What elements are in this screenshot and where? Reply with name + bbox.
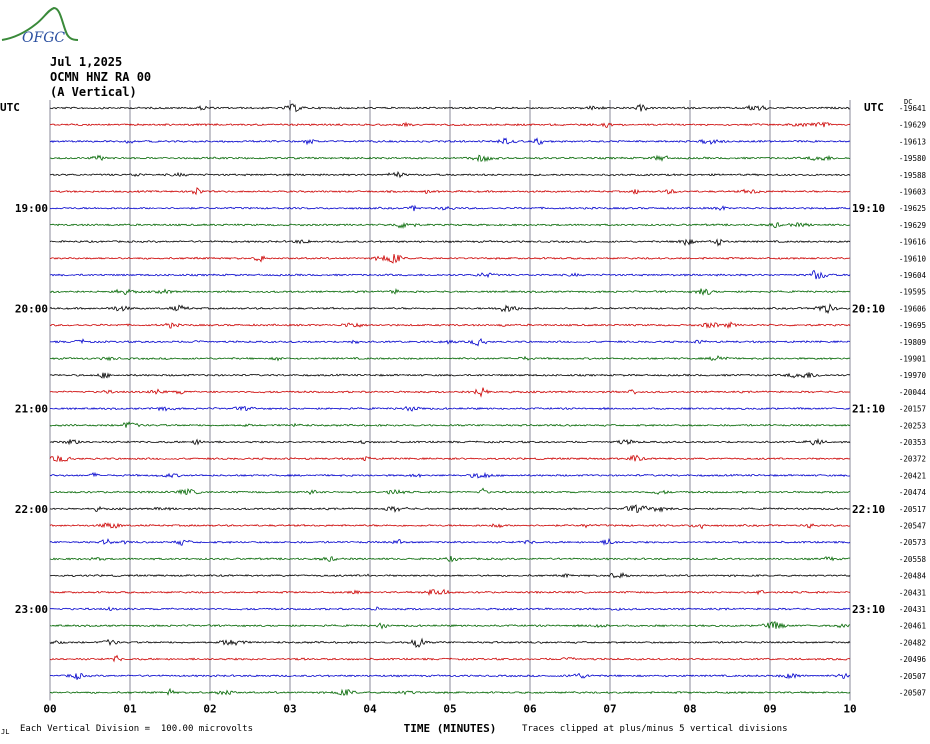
dc-offset-label: -20507	[899, 689, 926, 698]
dc-offset-label: -20157	[899, 405, 926, 414]
dc-offset-label: -20496	[899, 655, 927, 664]
dc-offset-label: -19641	[899, 104, 926, 113]
dc-offset-label: -19580	[899, 154, 927, 163]
left-hour-label: 23:00	[15, 603, 48, 616]
x-tick-label: 08	[683, 703, 696, 716]
x-tick-label: 04	[363, 703, 377, 716]
right-hour-label: 22:10	[852, 503, 885, 516]
dc-offset-label: -19629	[899, 121, 926, 130]
left-hour-label: 21:00	[15, 403, 48, 416]
dc-offset-label: -19603	[899, 188, 926, 197]
x-axis-label: TIME (MINUTES)	[404, 722, 497, 735]
x-tick-label: 02	[203, 703, 216, 716]
dc-offset-label: -20507	[899, 672, 926, 681]
x-tick-label: 00	[43, 703, 56, 716]
dc-offset-label: -19588	[899, 171, 927, 180]
dc-offset-label: -19970	[899, 371, 927, 380]
dc-offset-label: -20372	[899, 455, 926, 464]
clip-note: Traces clipped at plus/minus 5 vertical …	[522, 724, 788, 734]
x-tick-label: 01	[123, 703, 137, 716]
dc-offset-label: -20558	[899, 555, 927, 564]
dc-offset-label: -20421	[899, 471, 926, 480]
dc-offset-label: -20431	[899, 605, 926, 614]
dc-offset-label: -19629	[899, 221, 926, 230]
dc-offset-label: -19606	[899, 304, 927, 313]
left-hour-label: 22:00	[15, 503, 48, 516]
right-hour-label: 20:10	[852, 302, 885, 315]
dc-offset-label: -20474	[899, 488, 927, 497]
dc-offset-label: -20517	[899, 505, 926, 514]
dc-offset-label: -20431	[899, 588, 926, 597]
dc-offset-label: -20547	[899, 522, 926, 531]
dc-offset-label: -19901	[899, 355, 926, 364]
x-tick-label: 09	[763, 703, 776, 716]
dc-offset-label: -19610	[899, 254, 927, 263]
dc-offset-label: -20253	[899, 421, 926, 430]
x-tick-label: 06	[523, 703, 537, 716]
time-grid	[49, 100, 851, 701]
helicorder-plot: UTC UTC DC19:0020:0021:0022:0023:0019:1020…	[0, 98, 926, 735]
right-tz-label: UTC	[864, 101, 884, 114]
dc-offset-label: -20461	[899, 622, 926, 631]
x-tick-label: 05	[443, 703, 456, 716]
right-hour-label: 21:10	[852, 403, 885, 416]
dc-offset-label: -20573	[899, 538, 926, 547]
scale-note: Each Vertical Division = 100.00 microvol…	[20, 724, 253, 734]
dc-offset-label: -19616	[899, 238, 927, 247]
right-hour-label: 23:10	[852, 603, 885, 616]
dc-offset-label: -19625	[899, 204, 926, 213]
dc-offset-label: -20353	[899, 438, 926, 447]
left-tz-label: UTC	[0, 101, 20, 114]
right-hour-label: 19:10	[852, 202, 885, 215]
dc-offset-label: -20482	[899, 638, 926, 647]
x-tick-label: 07	[603, 703, 616, 716]
left-hour-label: 20:00	[15, 302, 48, 315]
corner-mark: JL	[1, 728, 10, 736]
dc-offset-label: -20484	[899, 572, 927, 581]
x-tick-label: 10	[843, 703, 856, 716]
dc-offset-label: -20044	[899, 388, 927, 397]
x-tick-label: 03	[283, 703, 296, 716]
dc-offset-label: -19604	[899, 271, 927, 280]
dc-offset-label: -19809	[899, 338, 926, 347]
axis-labels: UTC UTC DC19:0020:0021:0022:0023:0019:1020…	[0, 98, 926, 735]
dc-offset-label: -19695	[899, 321, 926, 330]
dc-offset-label: -19613	[899, 137, 926, 146]
left-hour-label: 19:00	[15, 202, 48, 215]
dc-offset-label: -19595	[899, 288, 926, 297]
